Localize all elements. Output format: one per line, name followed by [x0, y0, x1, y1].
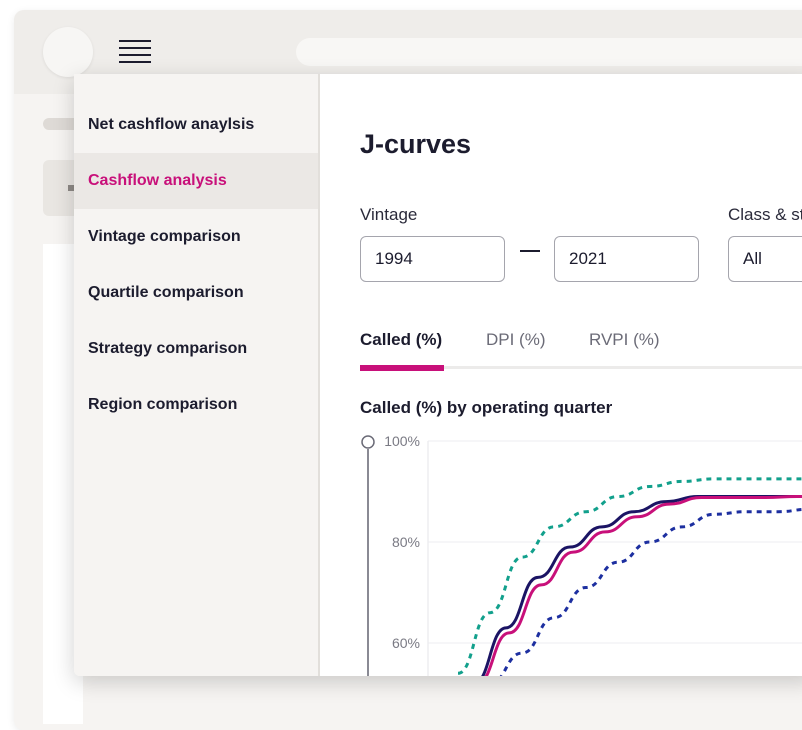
page-title: J-curves: [360, 129, 472, 159]
tab-called[interactable]: Called (%): [360, 330, 442, 350]
series-line-3: [499, 507, 802, 676]
y-tick-label: 100%: [384, 433, 420, 449]
vintage-from-input[interactable]: 1994: [360, 236, 505, 282]
content-panel: J-curves Vintage 1994 2021 Class & st Al…: [320, 74, 802, 676]
active-tab-indicator: [360, 365, 444, 371]
class-strategy-label: Class & st: [728, 205, 802, 224]
menu-item-quartile-comparison[interactable]: Quartile comparison: [74, 265, 318, 321]
range-separator: [520, 250, 540, 252]
chart-title: Called (%) by operating quarter: [360, 398, 613, 417]
y-tick-label: 60%: [392, 635, 420, 651]
menu-icon[interactable]: [119, 38, 151, 64]
menu-item-vintage-comparison[interactable]: Vintage comparison: [74, 209, 318, 265]
navigation-dropdown: Net cashflow anaylsis Cashflow analysis …: [74, 74, 802, 676]
menu-sidebar: Net cashflow anaylsis Cashflow analysis …: [74, 74, 320, 676]
class-strategy-select[interactable]: All: [728, 236, 802, 282]
series-line-0: [457, 477, 802, 675]
menu-item-strategy-comparison[interactable]: Strategy comparison: [74, 321, 318, 377]
search-bar[interactable]: [296, 38, 802, 66]
vintage-to-input[interactable]: 2021: [554, 236, 699, 282]
tab-dpi[interactable]: DPI (%): [486, 330, 546, 350]
tab-rvpi[interactable]: RVPI (%): [589, 330, 660, 350]
menu-item-cashflow-analysis[interactable]: Cashflow analysis: [74, 153, 318, 209]
menu-item-region-comparison[interactable]: Region comparison: [74, 377, 318, 433]
line-chart: 100% 80% 60%: [361, 433, 802, 676]
y-tick-label: 80%: [392, 534, 420, 550]
range-slider-handle[interactable]: [361, 435, 375, 449]
vintage-label: Vintage: [360, 205, 418, 224]
series-line-2: [484, 495, 802, 676]
avatar[interactable]: [43, 27, 93, 77]
menu-item-net-cashflow[interactable]: Net cashflow anaylsis: [74, 97, 318, 153]
series-line-1: [481, 495, 802, 676]
